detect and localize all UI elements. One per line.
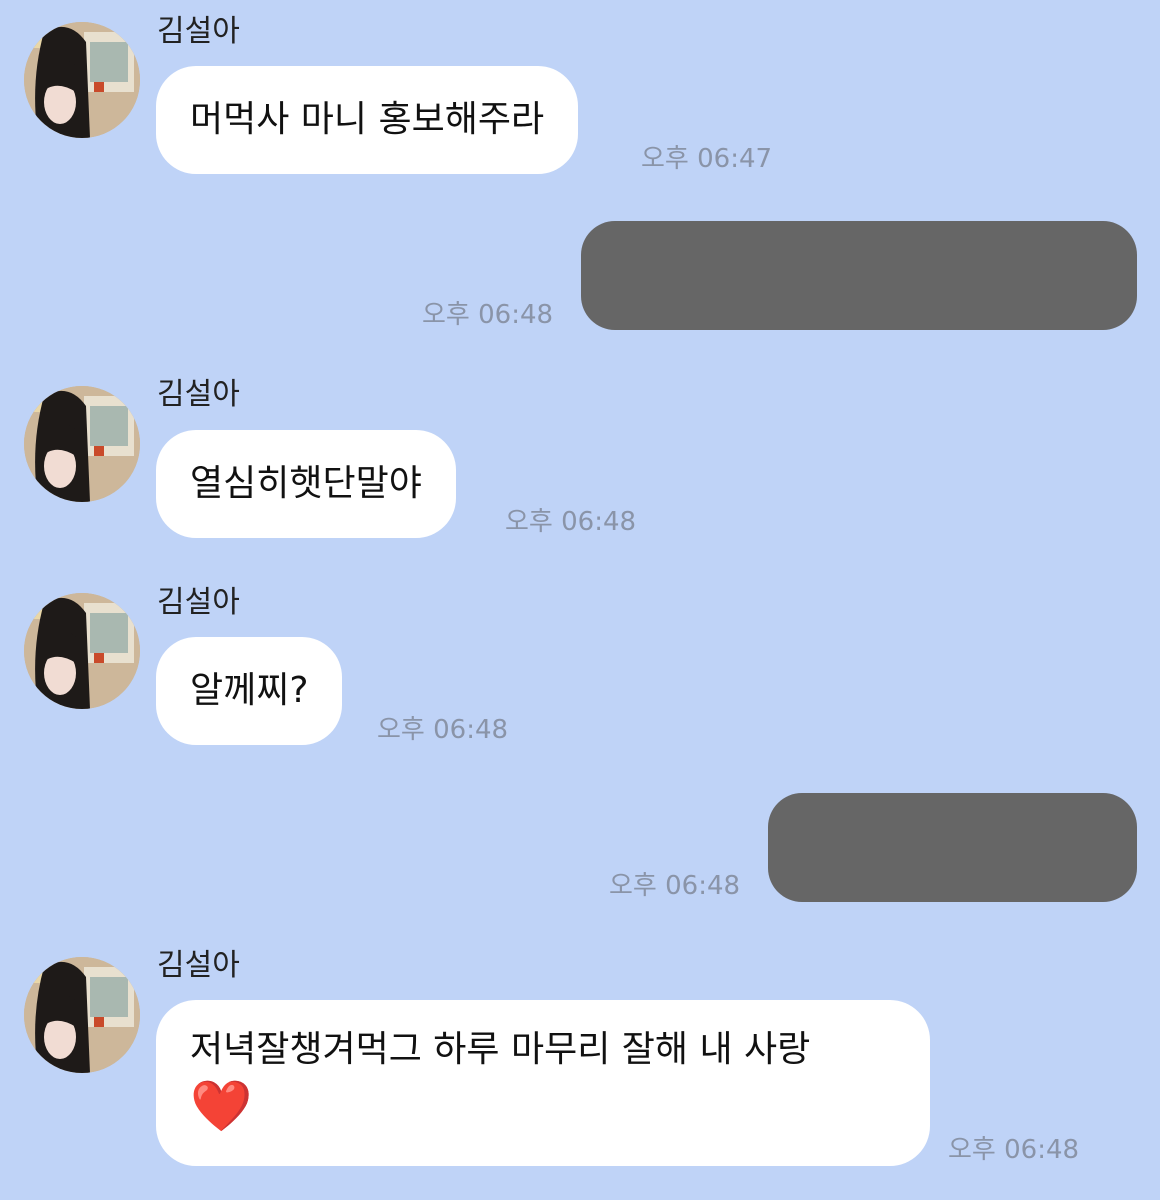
profile-photo-icon: [24, 593, 140, 709]
timestamp: 오후 06:47: [641, 144, 773, 174]
profile-photo-icon: [24, 957, 140, 1073]
timestamp: 오후 06:48: [422, 300, 554, 330]
message-bubble[interactable]: 저녁잘챙겨먹그 하루 마무리 잘해 내 사랑 ❤️: [156, 1000, 930, 1166]
message-bubble[interactable]: 머먹사 마니 홍보해주라: [156, 66, 579, 174]
avatar[interactable]: [24, 22, 140, 138]
avatar[interactable]: [24, 593, 140, 709]
timestamp: 오후 06:48: [948, 1135, 1080, 1165]
sender-name: 김설아: [157, 948, 240, 983]
redacted-message-bubble[interactable]: [581, 221, 1137, 330]
avatar[interactable]: [24, 386, 140, 502]
message-text: 열심히햇단말야: [190, 463, 422, 504]
profile-photo-icon: [24, 22, 140, 138]
message-text: 머먹사 마니 홍보해주라: [190, 99, 545, 140]
message-bubble[interactable]: 알께찌?: [156, 637, 343, 745]
redacted-message-bubble[interactable]: [768, 793, 1137, 902]
timestamp: 오후 06:48: [377, 715, 509, 745]
message-text: 저녁잘챙겨먹그 하루 마무리 잘해 내 사랑: [190, 1029, 811, 1070]
message-bubble[interactable]: 열심히햇단말야: [156, 430, 456, 538]
timestamp: 오후 06:48: [505, 507, 637, 537]
heart-emoji-icon: ❤️: [190, 1077, 253, 1135]
profile-photo-icon: [24, 386, 140, 502]
message-text: 알께찌?: [190, 670, 309, 711]
timestamp: 오후 06:48: [609, 871, 741, 901]
sender-name: 김설아: [157, 14, 240, 49]
sender-name: 김설아: [157, 377, 240, 412]
avatar[interactable]: [24, 957, 140, 1073]
sender-name: 김설아: [157, 585, 240, 620]
